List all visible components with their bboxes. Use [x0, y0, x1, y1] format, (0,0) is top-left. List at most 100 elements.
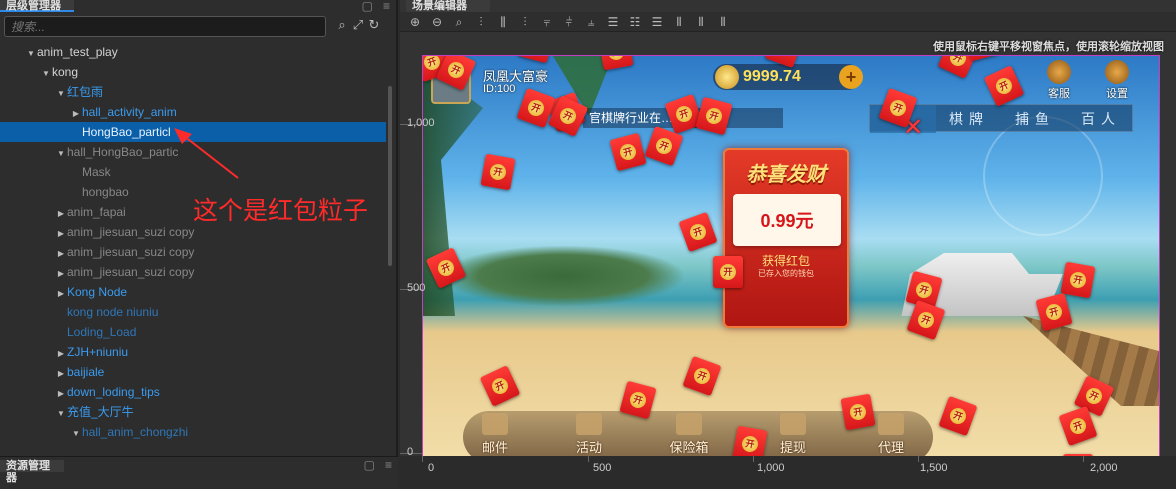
hierarchy-search-tools: ⌕ ⤢ ↻ — [334, 17, 382, 33]
tree-node-label: baijiale — [67, 365, 105, 379]
popup-sub-label: 已存入您的钱包 — [758, 269, 814, 278]
tree-node[interactable]: kong node niuniu — [0, 302, 386, 322]
maximize-icon[interactable]: ▢ — [364, 458, 375, 472]
caret-down-icon[interactable]: ▼ — [70, 424, 82, 444]
align-left-icon[interactable]: ⫶ — [470, 12, 492, 32]
caret-down-icon[interactable]: ▼ — [55, 84, 67, 104]
tree-node-label: ZJH+niuniu — [67, 345, 129, 359]
hierarchy-search-input[interactable] — [4, 16, 326, 37]
caret-right-icon[interactable]: ▶ — [55, 204, 67, 224]
caret-right-icon[interactable]: ▶ — [55, 284, 67, 304]
tree-node-label: 充值_大厅牛 — [67, 405, 134, 419]
red-packet-particle: 开 — [840, 393, 876, 431]
refresh-icon[interactable]: ↻ — [366, 17, 382, 33]
zoom-in-icon[interactable]: ⊕ — [404, 12, 426, 32]
nav-activity[interactable]: 活动 — [559, 411, 619, 456]
tree-node[interactable]: ▶ hall_activity_anim — [0, 102, 386, 122]
packet-seal-label: 开 — [525, 97, 547, 119]
red-packet-particle: 开 — [713, 256, 743, 288]
caret-down-icon[interactable]: ▼ — [25, 44, 37, 64]
caret-right-icon[interactable]: ▶ — [55, 224, 67, 244]
search-icon[interactable]: ⌕ — [334, 17, 350, 33]
tree-node[interactable]: Loding_Load — [0, 322, 386, 342]
tree-node[interactable]: ▼ 红包雨 — [0, 82, 386, 102]
menu-icon[interactable]: ≡ — [383, 0, 390, 13]
align-top-icon[interactable]: ⫧ — [536, 12, 558, 32]
y-label-500: 500 — [407, 282, 426, 294]
coin-icon — [715, 65, 739, 89]
game-canvas[interactable]: 凤凰大富豪 ID:100 9999.74 + 客服 设置 官棋牌行业在……告别涨… — [422, 55, 1160, 463]
tab-hundred[interactable]: 百人 — [1068, 105, 1134, 133]
tree-node[interactable]: ▼ hall_anim_chongzhi — [0, 422, 386, 442]
distribute-vcenter-icon[interactable]: ☷ — [624, 12, 646, 32]
align-vcenter-icon[interactable]: ⫩ — [558, 12, 580, 32]
x-label-2000: 2,000 — [1090, 462, 1118, 474]
caret-down-icon[interactable]: ▼ — [55, 144, 67, 164]
tree-node[interactable]: ▼ anim_test_play — [0, 42, 386, 62]
packet-seal-label: 开 — [1083, 385, 1105, 407]
caret-right-icon[interactable]: ▶ — [70, 104, 82, 124]
packet-seal-label: 开 — [628, 390, 648, 410]
caret-down-icon[interactable]: ▼ — [40, 64, 52, 84]
tree-node[interactable]: ▼ 充值_大厅牛 — [0, 402, 386, 422]
tab-fishing[interactable]: 捕鱼 — [1002, 105, 1068, 133]
settings-button[interactable]: 设置 — [1101, 60, 1133, 101]
tree-node-label: anim_jiesuan_suzi copy — [67, 265, 195, 279]
caret-right-icon[interactable]: ▶ — [55, 384, 67, 404]
distribute-bottom-icon[interactable]: ☰ — [646, 12, 668, 32]
distribute-left-icon[interactable]: ⦀ — [668, 12, 690, 32]
caret-down-icon[interactable]: ▼ — [55, 404, 67, 424]
scene-hint: 使用鼠标右键平移视窗焦点，使用滚轮缩放视图 — [933, 41, 1164, 53]
caret-right-icon[interactable]: ▶ — [55, 264, 67, 284]
gear-icon — [1105, 60, 1129, 84]
tree-node[interactable]: ▶ ZJH+niuniu — [0, 342, 386, 362]
scene-tab[interactable]: 场景编辑器 — [406, 0, 490, 12]
hierarchy-tab[interactable]: 层级管理器 — [0, 0, 74, 12]
assets-tab[interactable]: 资源管理器 — [0, 460, 64, 484]
packet-seal-label: 开 — [848, 402, 868, 422]
nav-withdraw-label: 提现 — [779, 440, 806, 455]
packet-seal-label: 开 — [773, 56, 795, 59]
x-tick — [588, 456, 589, 462]
maximize-icon[interactable]: ▢ — [362, 0, 373, 13]
nav-mail-label: 邮件 — [481, 440, 508, 455]
tree-node[interactable]: ▶ anim_jiesuan_suzi copy — [0, 242, 386, 262]
tree-node[interactable]: ▼ kong — [0, 62, 386, 82]
tree-node[interactable]: ▶ Kong Node — [0, 282, 386, 302]
nav-agent-label: 代理 — [877, 440, 904, 455]
red-packet-particle: 开 — [983, 65, 1025, 107]
caret-right-icon[interactable]: ▶ — [55, 344, 67, 364]
caret-right-icon[interactable]: ▶ — [55, 364, 67, 384]
x-label-1000: 1,000 — [757, 462, 785, 474]
service-button[interactable]: 客服 — [1043, 60, 1075, 101]
align-right-icon[interactable]: ⫶ — [514, 12, 536, 32]
agent-icon — [878, 413, 904, 435]
zoom-reset-icon[interactable]: ⌕ — [448, 12, 470, 32]
tree-node-label: hall_activity_anim — [82, 105, 177, 119]
caret-right-icon[interactable]: ▶ — [55, 244, 67, 264]
packet-seal-label: 开 — [887, 97, 909, 119]
nav-activity-label: 活动 — [575, 440, 602, 455]
nav-withdraw[interactable]: 提现 — [763, 411, 823, 456]
nav-safe[interactable]: 保险箱 — [659, 411, 719, 456]
align-bottom-icon[interactable]: ⫨ — [580, 12, 602, 32]
distribute-top-icon[interactable]: ☰ — [602, 12, 624, 32]
menu-icon[interactable]: ≡ — [385, 458, 392, 472]
tree-node[interactable]: ▶ baijiale — [0, 362, 386, 382]
nav-safe-label: 保险箱 — [669, 440, 709, 455]
nav-mail[interactable]: 邮件 — [465, 411, 525, 456]
tree-node[interactable]: ▶ down_loding_tips — [0, 382, 386, 402]
tree-scrollbar[interactable] — [388, 86, 392, 266]
add-coins-button[interactable]: + — [839, 65, 863, 89]
distribute-right-icon[interactable]: ⦀ — [712, 12, 734, 32]
align-hcenter-icon[interactable]: ⫼ — [492, 12, 514, 32]
tree-node-label: hall_anim_chongzhi — [82, 425, 189, 439]
packet-seal-label: 开 — [557, 105, 579, 127]
expand-icon[interactable]: ⤢ — [350, 17, 366, 33]
packet-seal-label: 开 — [618, 142, 638, 162]
zoom-out-icon[interactable]: ⊖ — [426, 12, 448, 32]
distribute-hcenter-icon[interactable]: ⦀ — [690, 12, 712, 32]
tree-node[interactable]: ▶ anim_jiesuan_suzi copy — [0, 262, 386, 282]
x-label-1500: 1,500 — [920, 462, 948, 474]
tab-chess[interactable]: 棋牌 — [936, 105, 1002, 133]
